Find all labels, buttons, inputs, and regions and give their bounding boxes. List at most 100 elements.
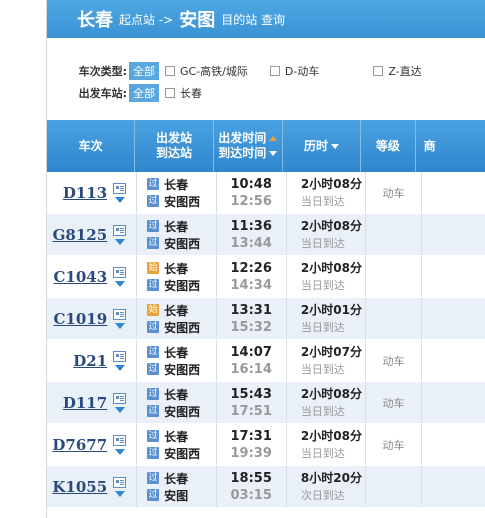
timetable-icon[interactable] bbox=[113, 434, 127, 446]
departure-time: 14:07 bbox=[230, 344, 272, 360]
train-no-cell: D113 bbox=[47, 172, 138, 213]
duration-cell: 2小时08分 当日到达 bbox=[287, 256, 367, 297]
table-row[interactable]: D117 过长春 过安图西 15:43 17:51 2小时08分 当日到达 动车 bbox=[47, 382, 485, 424]
checkbox[interactable] bbox=[269, 66, 280, 76]
expand-down-icon[interactable] bbox=[114, 322, 125, 329]
checkbox[interactable] bbox=[165, 88, 175, 98]
timetable-icon[interactable] bbox=[113, 182, 127, 194]
train-number-link[interactable]: D113 bbox=[63, 184, 107, 202]
train-number-link[interactable]: D117 bbox=[63, 394, 107, 412]
header-business-label: 商 bbox=[423, 138, 436, 153]
sort-departure[interactable]: 出发时间 bbox=[218, 131, 278, 146]
train-no-cell: D117 bbox=[47, 382, 138, 423]
times-cell: 18:55 03:15 bbox=[217, 466, 287, 507]
timetable-icon[interactable] bbox=[113, 350, 127, 362]
duration-cell: 2小时08分 当日到达 bbox=[287, 424, 367, 465]
expand-down-icon[interactable] bbox=[114, 196, 125, 203]
train-no-cell: G8125 bbox=[47, 214, 138, 255]
departure-time: 17:31 bbox=[230, 428, 272, 444]
grade: 动车 bbox=[382, 396, 405, 410]
header-label: 车次 bbox=[78, 138, 103, 153]
arrival-time: 12:56 bbox=[230, 193, 272, 209]
to-station: 安图西 bbox=[164, 446, 201, 461]
checkbox[interactable] bbox=[165, 66, 175, 76]
pass-badge-icon: 过 bbox=[147, 447, 160, 459]
timetable-icon[interactable] bbox=[113, 392, 127, 404]
table-row[interactable]: C1043 始长春 过安图西 12:26 14:34 2小时08分 当日到达 bbox=[47, 256, 485, 298]
expand-down-icon[interactable] bbox=[114, 448, 125, 455]
sort-down-icon bbox=[330, 143, 339, 149]
train-number-link[interactable]: G8125 bbox=[53, 226, 108, 244]
header-times[interactable]: 出发时间 到达时间 bbox=[214, 120, 283, 172]
arrival-day: 当日到达 bbox=[300, 362, 345, 376]
pass-badge-icon: 过 bbox=[147, 220, 160, 232]
expand-down-icon[interactable] bbox=[114, 490, 125, 497]
departure-station-label: 出发车站: bbox=[78, 87, 127, 100]
grade-cell bbox=[366, 298, 422, 339]
timetable-icon[interactable] bbox=[113, 224, 127, 236]
arrival-day: 当日到达 bbox=[300, 446, 345, 460]
train-number-link[interactable]: K1055 bbox=[52, 478, 107, 496]
origin-badge-icon: 始 bbox=[147, 304, 160, 316]
timetable-icon[interactable] bbox=[113, 476, 127, 488]
checkbox[interactable] bbox=[373, 66, 384, 76]
type-option-d[interactable]: D-动车 bbox=[269, 63, 319, 79]
arrival-time: 16:14 bbox=[230, 361, 272, 377]
business-cell bbox=[422, 256, 485, 297]
destination-label: 目的站 查询 bbox=[221, 12, 286, 27]
grade-cell: 动车 bbox=[366, 382, 422, 423]
to-station: 安图西 bbox=[164, 362, 201, 377]
grade: 动车 bbox=[382, 186, 405, 200]
grade: 动车 bbox=[382, 354, 405, 368]
departure-time: 18:55 bbox=[230, 470, 272, 486]
business-cell bbox=[422, 424, 485, 465]
arrival-time: 17:51 bbox=[230, 403, 272, 419]
timetable-icon[interactable] bbox=[113, 266, 127, 278]
train-number-link[interactable]: D7677 bbox=[52, 436, 107, 454]
table-row[interactable]: C1019 始长春 过安图西 13:31 15:32 2小时01分 当日到达 bbox=[47, 298, 485, 340]
arrival-time: 15:32 bbox=[230, 319, 272, 335]
header-train-no: 车次 bbox=[47, 120, 136, 172]
station-all-button[interactable]: 全部 bbox=[129, 84, 159, 102]
pass-badge-icon: 过 bbox=[147, 472, 160, 484]
type-option-z[interactable]: Z-直达 bbox=[373, 63, 422, 79]
table-row[interactable]: G8125 过长春 过安图西 11:36 13:44 2小时08分 当日到达 bbox=[47, 214, 485, 256]
expand-down-icon[interactable] bbox=[114, 364, 125, 371]
from-station: 长春 bbox=[164, 387, 189, 402]
table-row[interactable]: K1055 过长春 过安图 18:55 03:15 8小时20分 次日到达 bbox=[47, 466, 485, 508]
pass-badge-icon: 过 bbox=[147, 363, 160, 375]
table-row[interactable]: D21 过长春 过安图西 14:07 16:14 2小时07分 当日到达 动车 bbox=[47, 340, 485, 382]
pass-badge-icon: 过 bbox=[147, 279, 160, 291]
station-option-changchun[interactable]: 长春 bbox=[165, 85, 202, 101]
type-option-gc[interactable]: GC-高铁/城际 bbox=[165, 63, 248, 79]
train-number-link[interactable]: D21 bbox=[73, 352, 107, 370]
from-station: 长春 bbox=[164, 303, 189, 318]
duration: 2小时08分 bbox=[300, 218, 362, 233]
origin-badge-icon: 始 bbox=[147, 262, 160, 274]
departure-station-filter: 出发车站: 全部 长春 bbox=[47, 82, 485, 104]
header-duration[interactable]: 历时 bbox=[283, 120, 362, 172]
times-cell: 14:07 16:14 bbox=[217, 340, 287, 381]
business-cell bbox=[422, 214, 485, 255]
expand-down-icon[interactable] bbox=[114, 406, 125, 413]
times-cell: 17:31 19:39 bbox=[217, 424, 287, 465]
timetable-icon[interactable] bbox=[113, 308, 127, 320]
pass-badge-icon: 过 bbox=[147, 178, 160, 190]
train-number-link[interactable]: C1043 bbox=[53, 268, 107, 286]
expand-down-icon[interactable] bbox=[114, 280, 125, 287]
train-type-all-button[interactable]: 全部 bbox=[129, 62, 159, 80]
header-stations: 出发站 到达站 bbox=[135, 120, 214, 172]
expand-down-icon[interactable] bbox=[114, 238, 125, 245]
sort-arrival[interactable]: 到达时间 bbox=[218, 146, 278, 161]
grade-cell bbox=[366, 214, 422, 255]
table-header: 车次 出发站 到达站 出发时间 到达时间 历时 等级 商 bbox=[47, 120, 485, 172]
train-number-link[interactable]: C1019 bbox=[53, 310, 107, 328]
train-no-cell: D7677 bbox=[47, 424, 138, 465]
departure-time: 13:31 bbox=[230, 302, 272, 318]
duration-cell: 2小时08分 当日到达 bbox=[287, 382, 367, 423]
table-row[interactable]: D7677 过长春 过安图西 17:31 19:39 2小时08分 当日到达 动… bbox=[47, 424, 485, 466]
stations-cell: 过长春 过安图西 bbox=[137, 172, 217, 213]
table-row[interactable]: D113 过长春 过安图西 10:48 12:56 2小时08分 当日到达 动车 bbox=[47, 172, 485, 214]
business-cell bbox=[422, 382, 485, 423]
header-arr-label: 到达时间 bbox=[218, 146, 267, 160]
